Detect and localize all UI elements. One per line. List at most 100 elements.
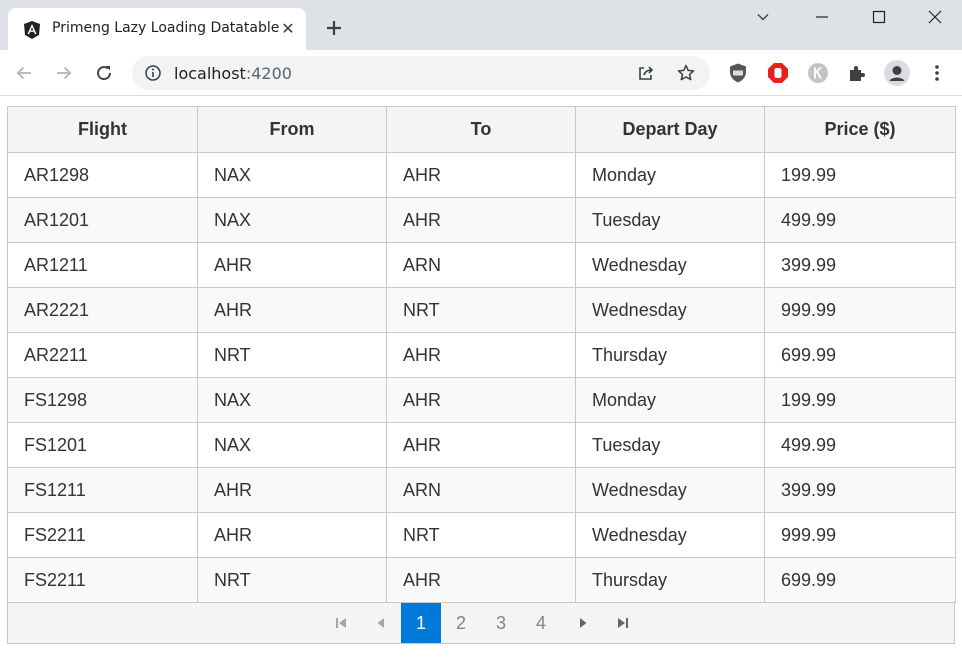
- maximize-icon: [872, 10, 886, 24]
- cell-from: AHR: [197, 242, 387, 288]
- cell-to: NRT: [386, 287, 576, 333]
- table-row[interactable]: AR1201 NAX AHR Tuesday 499.99: [7, 197, 956, 243]
- cell-from: AHR: [197, 287, 387, 333]
- column-header-from[interactable]: From: [197, 106, 387, 153]
- table-body: AR1298 NAX AHR Monday 199.99 AR1201 NAX …: [7, 152, 956, 603]
- cell-from: NRT: [197, 332, 387, 378]
- page-button-2[interactable]: 2: [441, 603, 481, 643]
- prev-page-button[interactable]: [361, 603, 401, 643]
- table-header-row: Flight From To Depart Day Price ($): [7, 106, 956, 153]
- cell-flight: AR1211: [7, 242, 198, 288]
- browser-toolbar: localhost:4200: [0, 50, 962, 96]
- last-page-button[interactable]: [603, 603, 643, 643]
- cell-price: 699.99: [764, 557, 956, 603]
- arrow-right-icon: [57, 66, 72, 80]
- close-window-button[interactable]: [912, 4, 958, 30]
- table-row[interactable]: AR2211 NRT AHR Thursday 699.99: [7, 332, 956, 378]
- flights-datatable: Flight From To Depart Day Price ($) AR12…: [7, 106, 956, 644]
- column-header-flight[interactable]: Flight: [7, 106, 198, 153]
- table-row[interactable]: FS2211 AHR NRT Wednesday 999.99: [7, 512, 956, 558]
- table-row[interactable]: FS1298 NAX AHR Monday 199.99: [7, 377, 956, 423]
- cell-price: 699.99: [764, 332, 956, 378]
- column-header-depart-day[interactable]: Depart Day: [575, 106, 765, 153]
- cell-flight: FS1201: [7, 422, 198, 468]
- minimize-button[interactable]: [799, 4, 845, 30]
- profile-avatar-icon[interactable]: [884, 60, 910, 86]
- cell-depart-day: Monday: [575, 152, 765, 198]
- table-row[interactable]: AR2221 AHR NRT Wednesday 999.99: [7, 287, 956, 333]
- cell-depart-day: Wednesday: [575, 512, 765, 558]
- info-icon[interactable]: [144, 64, 162, 82]
- table-row[interactable]: FS2211 NRT AHR Thursday 699.99: [7, 557, 956, 603]
- table-row[interactable]: FS1211 AHR ARN Wednesday 399.99: [7, 467, 956, 513]
- table-row[interactable]: AR1298 NAX AHR Monday 199.99: [7, 152, 956, 198]
- reload-icon: [97, 66, 111, 80]
- cell-depart-day: Thursday: [575, 332, 765, 378]
- next-page-icon: [580, 618, 587, 628]
- cell-to: ARN: [386, 467, 576, 513]
- cell-depart-day: Thursday: [575, 557, 765, 603]
- page-button-3[interactable]: 3: [481, 603, 521, 643]
- cell-depart-day: Wednesday: [575, 287, 765, 333]
- page-button-1[interactable]: 1: [401, 603, 441, 643]
- cell-price: 999.99: [764, 287, 956, 333]
- cell-from: NAX: [197, 197, 387, 243]
- angular-logo-icon: [24, 21, 40, 39]
- url-host: localhost: [174, 64, 246, 83]
- cell-flight: FS2211: [7, 512, 198, 558]
- column-header-price[interactable]: Price ($): [764, 106, 956, 153]
- share-icon[interactable]: [636, 63, 656, 83]
- column-header-to[interactable]: To: [386, 106, 576, 153]
- cell-depart-day: Tuesday: [575, 422, 765, 468]
- table-row[interactable]: AR1211 AHR ARN Wednesday 399.99: [7, 242, 956, 288]
- tab-close-icon[interactable]: ✕: [278, 19, 298, 39]
- cell-flight: AR2211: [7, 332, 198, 378]
- first-page-icon: [336, 618, 346, 628]
- cell-to: ARN: [386, 242, 576, 288]
- paginator: 1 2 3 4: [7, 603, 955, 644]
- cell-from: AHR: [197, 512, 387, 558]
- cell-flight: FS2211: [7, 557, 198, 603]
- last-page-icon: [618, 618, 628, 628]
- kebab-menu-icon[interactable]: [926, 62, 948, 84]
- plus-icon[interactable]: [322, 16, 346, 40]
- prev-page-icon: [377, 618, 384, 628]
- cell-depart-day: Monday: [575, 377, 765, 423]
- cell-price: 399.99: [764, 467, 956, 513]
- puzzle-icon[interactable]: [846, 62, 868, 84]
- adblock-shield-icon[interactable]: [727, 62, 749, 84]
- url-port: :4200: [245, 64, 292, 83]
- cell-from: NRT: [197, 557, 387, 603]
- back-button[interactable]: [11, 60, 37, 86]
- tab-search-button[interactable]: [740, 4, 786, 30]
- cell-price: 199.99: [764, 152, 956, 198]
- next-page-button[interactable]: [563, 603, 603, 643]
- cell-flight: AR2221: [7, 287, 198, 333]
- stop-hand-icon[interactable]: [767, 62, 789, 84]
- cell-price: 199.99: [764, 377, 956, 423]
- cell-to: AHR: [386, 332, 576, 378]
- minimize-icon: [816, 16, 828, 18]
- cell-to: AHR: [386, 557, 576, 603]
- browser-tab[interactable]: Primeng Lazy Loading Datatable ✕: [8, 8, 306, 50]
- cell-to: AHR: [386, 422, 576, 468]
- cell-flight: AR1298: [7, 152, 198, 198]
- cell-from: NAX: [197, 377, 387, 423]
- maximize-button[interactable]: [856, 4, 902, 30]
- address-bar[interactable]: localhost:4200: [132, 56, 710, 90]
- cell-from: NAX: [197, 152, 387, 198]
- browser-titlebar: Primeng Lazy Loading Datatable ✕: [0, 0, 962, 50]
- url-text: localhost:4200: [174, 64, 292, 83]
- cell-depart-day: Wednesday: [575, 467, 765, 513]
- star-icon[interactable]: [676, 63, 696, 83]
- flights-table: Flight From To Depart Day Price ($) AR12…: [7, 106, 956, 603]
- forward-button[interactable]: [51, 60, 77, 86]
- cell-price: 499.99: [764, 422, 956, 468]
- k-extension-icon[interactable]: [807, 62, 829, 84]
- page-button-4[interactable]: 4: [521, 603, 561, 643]
- first-page-button[interactable]: [321, 603, 361, 643]
- reload-button[interactable]: [91, 60, 117, 86]
- table-row[interactable]: FS1201 NAX AHR Tuesday 499.99: [7, 422, 956, 468]
- cell-price: 499.99: [764, 197, 956, 243]
- cell-to: AHR: [386, 152, 576, 198]
